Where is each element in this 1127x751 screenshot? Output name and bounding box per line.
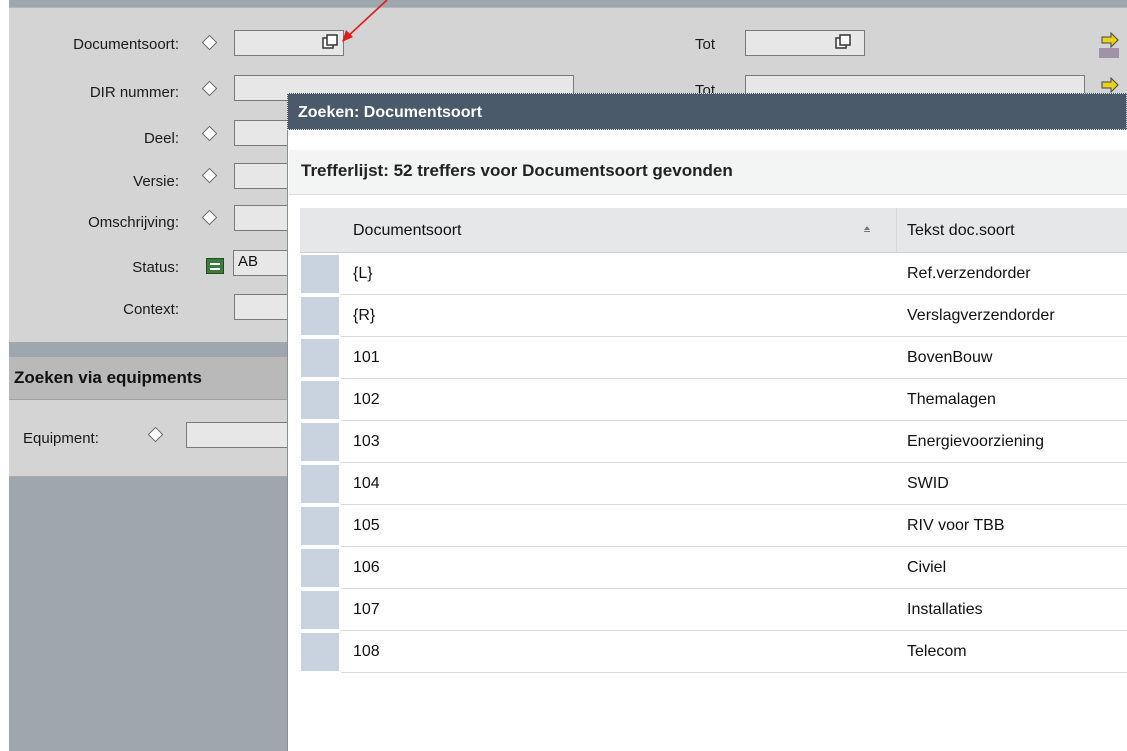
cell-documentsoort: 107 xyxy=(353,601,380,618)
cell-documentsoort: 105 xyxy=(353,517,380,534)
deel-label: Deel: xyxy=(143,130,179,147)
value-help-icon[interactable] xyxy=(835,34,851,50)
status-field[interactable]: AB xyxy=(233,250,293,276)
cell-tekst-doc-soort: BovenBouw xyxy=(907,349,993,366)
row-selector[interactable] xyxy=(300,296,340,336)
cell-tekst-doc-soort: Verslagverzendorder xyxy=(907,307,1055,324)
cell-documentsoort: {R} xyxy=(353,307,376,324)
cell-tekst-doc-soort: RIV voor TBB xyxy=(907,517,1005,534)
deel-field[interactable] xyxy=(234,120,294,146)
cell-documentsoort: 104 xyxy=(353,475,380,492)
row-selector[interactable] xyxy=(300,590,340,630)
equipment-section-title: Zoeken via equipments xyxy=(14,368,202,387)
cell-tekst-doc-soort: Installaties xyxy=(907,601,983,618)
row-selector[interactable] xyxy=(300,506,340,546)
forward-arrow-icon[interactable] xyxy=(1100,32,1120,48)
documentsoort-label: Documentsoort: xyxy=(73,36,179,53)
forward-arrow-icon[interactable] xyxy=(1100,77,1120,93)
omschrijving-field[interactable] xyxy=(234,205,294,231)
context-field[interactable] xyxy=(234,294,294,320)
versie-label: Versie: xyxy=(133,173,179,190)
column-header-documentsoort[interactable]: Documentsoort xyxy=(353,222,462,240)
row-selector[interactable] xyxy=(300,548,340,588)
table-row[interactable] xyxy=(341,337,1127,379)
cell-documentsoort: 106 xyxy=(353,559,380,576)
multiple-selection-icon[interactable] xyxy=(1099,48,1119,58)
row-selector[interactable] xyxy=(300,380,340,420)
cell-documentsoort: 108 xyxy=(353,643,380,660)
cell-tekst-doc-soort: Telecom xyxy=(907,643,967,660)
cell-tekst-doc-soort: SWID xyxy=(907,475,949,492)
row-selector[interactable] xyxy=(300,422,340,462)
cell-tekst-doc-soort: Ref.verzendorder xyxy=(907,265,1031,282)
cell-tekst-doc-soort: Civiel xyxy=(907,559,947,576)
cell-documentsoort: 103 xyxy=(353,433,380,450)
equipment-label: Equipment: xyxy=(23,430,99,447)
hit-summary: Trefferlijst: 52 treffers voor Documents… xyxy=(301,161,733,180)
table-row[interactable] xyxy=(341,631,1127,673)
cell-tekst-doc-soort: Energievoorziening xyxy=(907,433,1044,450)
row-selector[interactable] xyxy=(300,338,340,378)
omschrijving-label: Omschrijving: xyxy=(88,214,179,231)
cell-documentsoort: 102 xyxy=(353,391,380,408)
context-label: Context: xyxy=(123,301,179,318)
row-selector[interactable] xyxy=(300,632,340,672)
dialog-title: Zoeken: Documentsoort xyxy=(298,104,483,121)
row-selector[interactable] xyxy=(300,254,340,294)
status-equals-icon[interactable] xyxy=(206,258,224,274)
versie-field[interactable] xyxy=(234,163,294,189)
cell-documentsoort: {L} xyxy=(353,265,373,282)
table-row[interactable] xyxy=(341,379,1127,421)
equipment-field[interactable] xyxy=(186,422,296,448)
table-row[interactable] xyxy=(341,505,1127,547)
tot-label: Tot xyxy=(695,36,716,53)
annotation-arrow-icon xyxy=(342,0,388,42)
sort-icon[interactable] xyxy=(863,224,871,232)
table-row[interactable] xyxy=(341,547,1127,589)
cell-documentsoort: 101 xyxy=(353,349,380,366)
dir-nummer-label: DIR nummer: xyxy=(89,84,179,101)
table-row[interactable] xyxy=(341,589,1127,631)
cell-tekst-doc-soort: Themalagen xyxy=(907,391,996,408)
column-header-tekst-doc-soort[interactable]: Tekst doc.soort xyxy=(907,222,1015,240)
table-row[interactable] xyxy=(341,463,1127,505)
row-selector[interactable] xyxy=(300,464,340,504)
status-label: Status: xyxy=(132,259,179,276)
